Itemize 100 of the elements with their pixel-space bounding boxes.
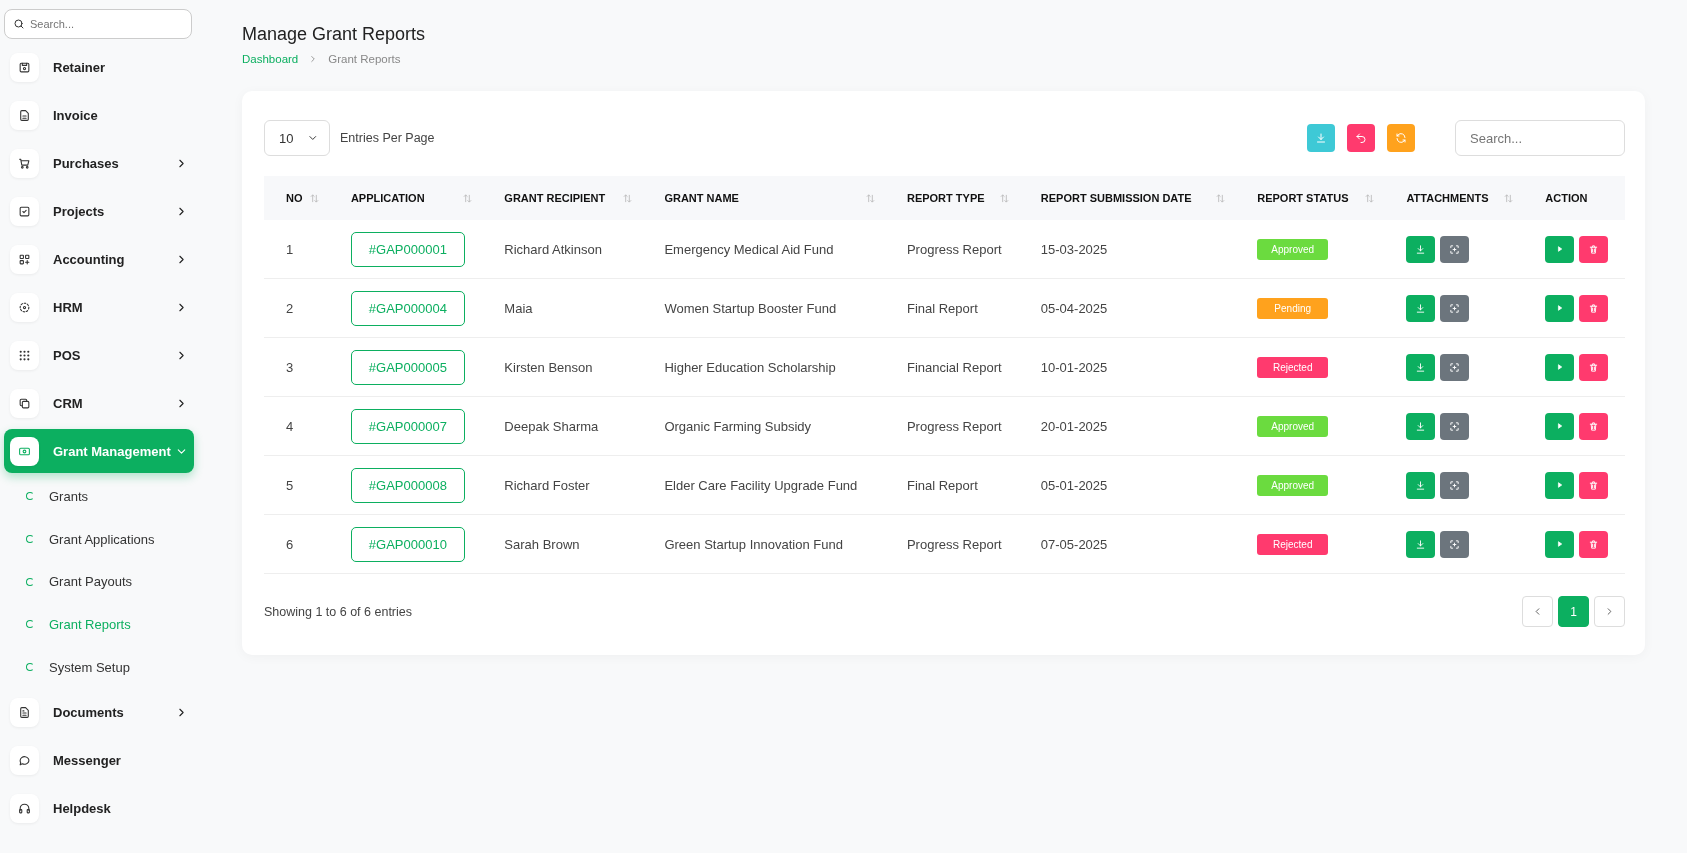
refresh-button[interactable]: [1387, 124, 1415, 152]
sidebar-item[interactable]: Helpdesk: [4, 786, 194, 831]
preview-button[interactable]: [1440, 530, 1470, 558]
download-button[interactable]: [1406, 412, 1436, 440]
table-cell: 05-04-2025: [1018, 278, 1236, 338]
sidebar-item[interactable]: Purchases: [4, 141, 194, 185]
delete-button[interactable]: [1579, 353, 1609, 381]
document-icon: [18, 108, 31, 122]
table-cell: Green Startup Innovation Fund: [642, 514, 885, 574]
sidebar-item[interactable]: HRM: [4, 285, 194, 329]
download-button[interactable]: [1406, 235, 1436, 263]
submenu-item[interactable]: Grant Payouts: [4, 560, 212, 604]
cart-icon: [18, 156, 31, 170]
sort-icon[interactable]: [463, 193, 473, 203]
headset-icon: [18, 801, 31, 815]
sidebar-item[interactable]: Accounting: [4, 237, 194, 281]
column-header[interactable]: REPORT TYPE: [906, 192, 985, 204]
column-header[interactable]: GRANT NAME: [664, 192, 739, 204]
table-cell: Financial Report: [884, 337, 1019, 397]
export-button[interactable]: [1307, 124, 1335, 152]
sidebar-item[interactable]: Documents: [4, 690, 194, 735]
table-cell: 1: [264, 220, 329, 279]
download-icon: [1415, 361, 1427, 373]
view-button[interactable]: [1545, 235, 1575, 263]
sort-icon[interactable]: [1216, 193, 1226, 203]
preview-button[interactable]: [1440, 412, 1470, 440]
submenu-item[interactable]: Grant Applications: [4, 517, 212, 561]
table-cell: 07-05-2025: [1018, 514, 1236, 574]
table-cell: 2: [264, 278, 329, 338]
download-button[interactable]: [1406, 353, 1436, 381]
sort-icon[interactable]: [865, 193, 875, 203]
refresh-icon: [1395, 132, 1407, 144]
status-badge: Pending: [1257, 297, 1329, 319]
dots-grid-icon: [18, 348, 31, 362]
trash-icon: [1588, 302, 1600, 314]
sidebar-item[interactable]: CRM: [4, 381, 194, 425]
view-button[interactable]: [1545, 353, 1575, 381]
sidebar-item[interactable]: Projects: [4, 189, 194, 233]
table-cell: Women Startup Booster Fund: [642, 278, 885, 338]
page-size-select[interactable]: 10: [264, 120, 330, 156]
preview-button[interactable]: [1440, 471, 1470, 499]
sort-icon[interactable]: [1365, 193, 1375, 203]
preview-button[interactable]: [1440, 235, 1470, 263]
delete-button[interactable]: [1579, 412, 1609, 440]
search-icon: [13, 18, 25, 30]
sort-icon[interactable]: [999, 193, 1009, 203]
sidebar-search-field[interactable]: Search...: [4, 9, 192, 39]
column-header[interactable]: ATTACHMENTS: [1406, 192, 1489, 204]
submenu-item[interactable]: System Setup: [4, 645, 212, 689]
sidebar-item[interactable]: Messenger: [4, 738, 194, 783]
delete-button[interactable]: [1579, 294, 1609, 322]
undo-button[interactable]: [1347, 124, 1375, 152]
column-header[interactable]: NO: [286, 192, 303, 204]
document-icon: [18, 705, 31, 719]
entries-summary: Showing 1 to 6 of 6 entries: [264, 604, 412, 619]
download-icon: [1415, 420, 1427, 432]
column-header[interactable]: ACTION: [1545, 192, 1588, 204]
table-search-field[interactable]: Search...: [1455, 120, 1625, 156]
column-header[interactable]: GRANT RECIPIENT: [504, 192, 606, 204]
copy-icon: [18, 396, 31, 410]
sidebar-item[interactable]: Retainer: [4, 45, 194, 89]
column-header[interactable]: APPLICATION: [350, 192, 425, 204]
breadcrumb-current: Grant Reports: [328, 53, 401, 65]
status-badge: Approved: [1257, 474, 1329, 496]
download-button[interactable]: [1406, 530, 1436, 558]
view-button[interactable]: [1545, 471, 1575, 499]
focus-icon: [1449, 538, 1461, 550]
preview-button[interactable]: [1440, 294, 1470, 322]
delete-button[interactable]: [1579, 471, 1609, 499]
delete-button[interactable]: [1579, 235, 1609, 263]
sort-icon[interactable]: [1504, 193, 1514, 203]
view-button[interactable]: [1545, 412, 1575, 440]
table-cell: 10-01-2025: [1018, 337, 1236, 397]
sidebar-item[interactable]: Invoice: [4, 93, 194, 137]
download-button[interactable]: [1406, 294, 1436, 322]
table-cell: Progress Report: [884, 396, 1019, 456]
table-cell: Higher Education Scholarship: [642, 337, 885, 397]
table-cell: Kirsten Benson: [482, 337, 643, 397]
delete-button[interactable]: [1579, 530, 1609, 558]
view-button[interactable]: [1545, 530, 1575, 558]
grid-icon: [18, 252, 31, 266]
sort-icon[interactable]: [309, 193, 319, 203]
submenu-item[interactable]: Grants: [4, 475, 212, 518]
sort-icon[interactable]: [623, 193, 633, 203]
table-cell: Organic Farming Subsidy: [642, 396, 885, 456]
focus-icon: [1449, 361, 1461, 373]
table-cell: 5: [264, 455, 329, 515]
download-button[interactable]: [1406, 471, 1436, 499]
table-cell: Maia: [482, 278, 643, 338]
chat-icon: [18, 753, 31, 767]
preview-button[interactable]: [1440, 353, 1470, 381]
sidebar-item[interactable]: POS: [4, 333, 194, 377]
column-header[interactable]: REPORT SUBMISSION DATE: [1040, 192, 1192, 204]
focus-icon: [1449, 479, 1461, 491]
column-header[interactable]: REPORT STATUS: [1257, 192, 1349, 204]
status-badge: Approved: [1257, 415, 1329, 437]
trash-icon: [1588, 420, 1600, 432]
download-icon: [1315, 132, 1327, 144]
status-badge: Rejected: [1257, 533, 1329, 555]
view-button[interactable]: [1545, 294, 1575, 322]
